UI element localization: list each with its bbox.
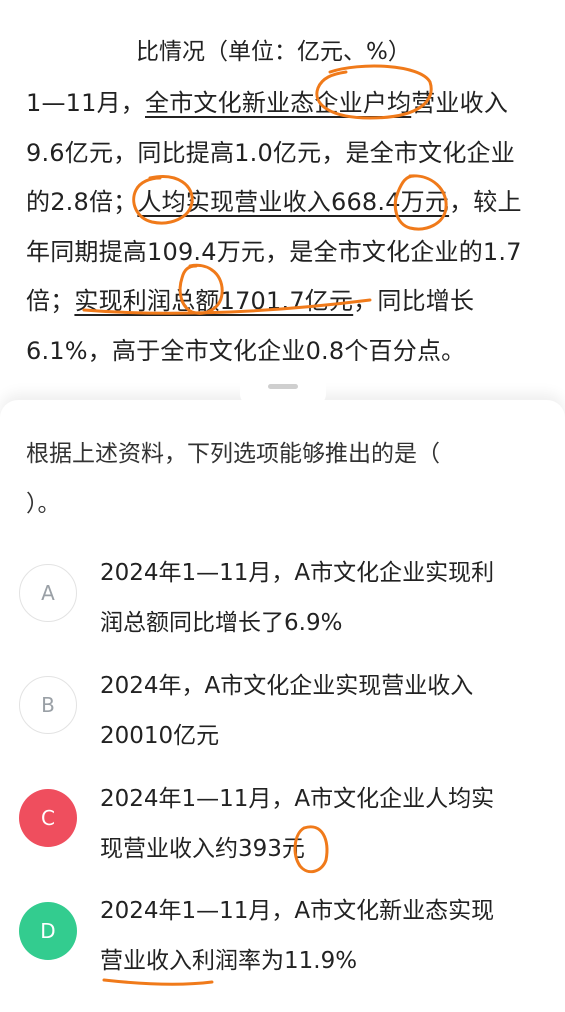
passage-underlined-text: 人均实现营业收入668.4万元 xyxy=(137,188,450,216)
option-a-circle[interactable]: A xyxy=(19,564,77,622)
passage-text: 1—11月， xyxy=(26,89,146,117)
option-d-text-line-2[interactable]: 营业收入利润率为11.9% xyxy=(100,941,357,975)
passage-text: 倍； xyxy=(26,287,75,315)
passage-text: ，同比增长 xyxy=(353,287,475,315)
passage-text: 营业收入 xyxy=(411,89,509,117)
passage-line-1: 1—11月，全市文化新业态企业户均营业收入 xyxy=(26,83,508,118)
option-c-circle[interactable]: C xyxy=(19,789,77,847)
passage-underlined-text: 全市文化新业态企业户均 xyxy=(145,89,412,117)
option-b-text-line-1[interactable]: 2024年，A市文化企业实现营业收入 xyxy=(100,666,473,700)
question-text-line-1: 根据上述资料，下列选项能够推出的是（ xyxy=(26,441,440,467)
option-b-text-line-2[interactable]: 20010亿元 xyxy=(100,716,219,750)
option-b-circle[interactable]: B xyxy=(19,676,77,734)
option-a-text-line-2[interactable]: 润总额同比增长了6.9% xyxy=(100,603,342,637)
passage-text: 的2.8倍； xyxy=(26,188,138,216)
option-c-text-line-1[interactable]: 2024年1—11月，A市文化企业人均实 xyxy=(100,779,494,813)
question-text-line-2: ）。 xyxy=(26,491,61,517)
passage-line-4: 年同期提高109.4万元，是全市文化企业的1.7 xyxy=(26,238,522,266)
passage-text: ，较上 xyxy=(449,188,522,216)
sheet-handle-tab[interactable] xyxy=(240,372,326,406)
passage-area: 比情况（单位：亿元、%） 1—11月，全市文化新业态企业户均营业收入 9.6亿元… xyxy=(0,0,565,410)
passage-line-5: 倍；实现利润总额1701.7亿元，同比增长 xyxy=(26,281,474,316)
passage-underlined-text: 实现利润总额1701.7亿元 xyxy=(74,287,354,315)
passage-line-6: 6.1%，高于全市文化企业0.8个百分点。 xyxy=(26,337,466,365)
question-sheet: 根据上述资料，下列选项能够推出的是（ ）。 A 2024年1—11月，A市文化企… xyxy=(0,372,565,1012)
table-caption: 比情况（单位：亿元、%） xyxy=(136,39,411,65)
drag-handle[interactable] xyxy=(268,384,298,389)
option-d-circle[interactable]: D xyxy=(19,902,77,960)
option-c-text-line-2[interactable]: 现营业收入约393元 xyxy=(100,829,305,863)
passage-line-3: 的2.8倍；人均实现营业收入668.4万元，较上 xyxy=(26,182,522,217)
passage-line-2: 9.6亿元，同比提高1.0亿元，是全市文化企业 xyxy=(26,139,515,167)
option-a-text-line-1[interactable]: 2024年1—11月，A市文化企业实现利 xyxy=(100,553,494,587)
option-d-text-line-1[interactable]: 2024年1—11月，A市文化新业态实现 xyxy=(100,891,494,925)
